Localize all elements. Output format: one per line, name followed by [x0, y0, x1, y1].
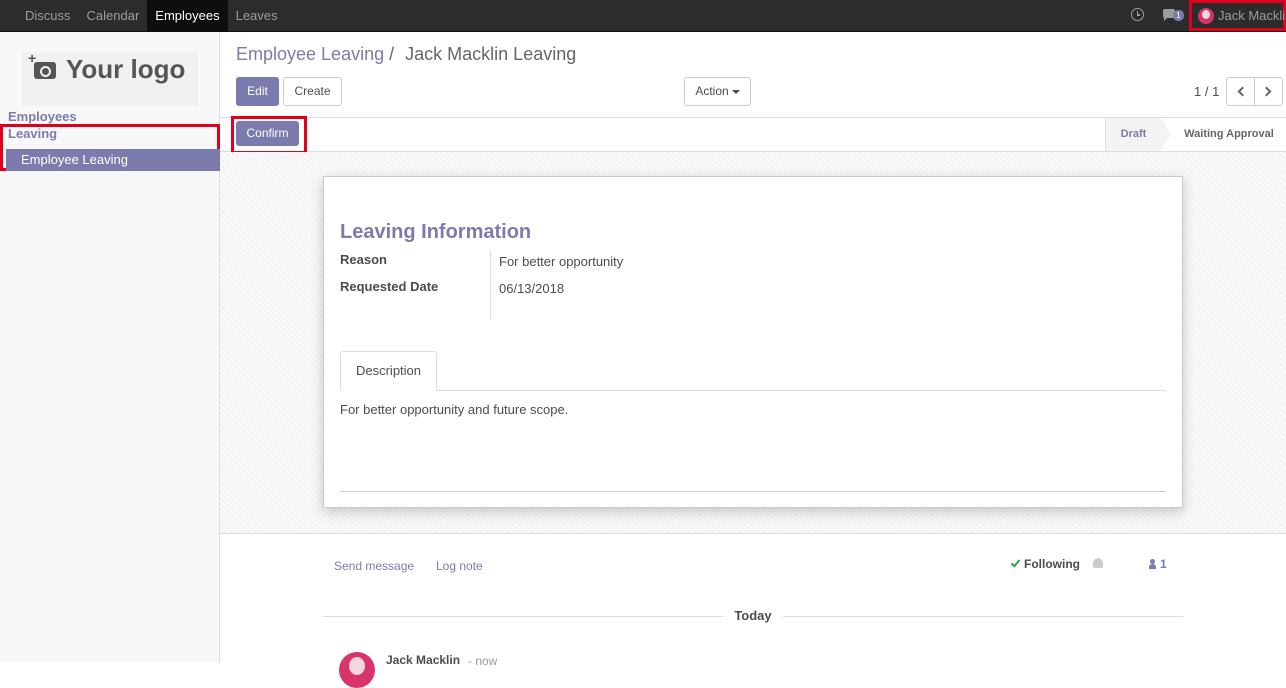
logo-text: Your logo — [66, 54, 186, 84]
sidebar: Your logo Employees Leaving Employee Lea… — [0, 32, 220, 663]
breadcrumb-separator: / — [389, 44, 395, 64]
following-label: Following — [1024, 557, 1080, 571]
action-label: Action — [695, 84, 729, 98]
app-menu: Discuss Calendar Employees Leaves — [17, 0, 286, 31]
confirm-highlight: Confirm — [231, 116, 307, 154]
messages-badge: 1 — [1173, 10, 1184, 21]
action-dropdown[interactable]: Action — [684, 77, 751, 106]
user-avatar — [1198, 8, 1214, 24]
following-button[interactable]: Following — [1010, 557, 1080, 571]
top-navbar: Discuss Calendar Employees Leaves 1 Jack… — [0, 0, 1286, 32]
log-note-link[interactable]: Log note — [436, 559, 483, 573]
menu-discuss[interactable]: Discuss — [17, 0, 79, 31]
chevron-right-icon — [1261, 86, 1272, 97]
field-divider — [490, 250, 491, 320]
user-icon — [1149, 559, 1156, 569]
requested-date-value: 06/13/2018 — [499, 281, 565, 296]
breadcrumb-parent[interactable]: Employee Leaving — [236, 44, 384, 64]
create-button[interactable]: Create — [283, 77, 342, 106]
followers-button[interactable]: 1 — [1149, 557, 1167, 571]
pager-previous-button[interactable] — [1226, 77, 1255, 106]
message-time: - now — [468, 654, 498, 668]
reason-label: Reason — [340, 252, 387, 267]
pager-next-button[interactable] — [1254, 77, 1283, 106]
followers-count: 1 — [1160, 557, 1167, 571]
menu-calendar[interactable]: Calendar — [79, 0, 148, 31]
check-icon — [1010, 557, 1021, 568]
breadcrumb: Employee Leaving / Jack Macklin Leaving — [236, 44, 576, 65]
breadcrumb-current: Jack Macklin Leaving — [405, 44, 577, 64]
user-name: Jack Macklin — [1218, 8, 1286, 23]
caret-down-icon — [731, 89, 740, 94]
requested-date-label: Requested Date — [340, 279, 439, 294]
reason-value: For better opportunity — [499, 254, 624, 269]
edit-button[interactable]: Edit — [236, 77, 279, 106]
date-separator-label: Today — [723, 608, 783, 623]
menu-employees[interactable]: Employees — [147, 0, 228, 31]
company-logo[interactable]: Your logo — [22, 50, 198, 106]
sidebar-leaving-group: Leaving Employee Leaving — [0, 124, 220, 171]
sidebar-section-leaving[interactable]: Leaving — [8, 126, 57, 141]
description-text: For better opportunity and future scope. — [340, 402, 569, 417]
form-sheet: Leaving Information Reason For better op… — [323, 176, 1183, 508]
menu-leaves[interactable]: Leaves — [228, 0, 286, 31]
sidebar-item-employee-leaving[interactable]: Employee Leaving — [6, 149, 220, 171]
sidebar-section-employees[interactable]: Employees — [8, 109, 77, 124]
section-title: Leaving Information — [340, 221, 532, 243]
message-author-avatar[interactable] — [339, 652, 375, 688]
tab-description[interactable]: Description — [340, 351, 437, 391]
bell-icon[interactable] — [1093, 558, 1103, 568]
activity-clock-icon[interactable] — [1131, 8, 1144, 21]
tab-bar-line — [340, 390, 1166, 391]
sheet-bottom-divider — [340, 491, 1166, 492]
user-menu[interactable]: Jack Macklin — [1189, 0, 1286, 31]
send-message-link[interactable]: Send message — [334, 559, 414, 573]
camera-icon — [28, 50, 56, 79]
form-statusbar: Confirm Draft Waiting Approval — [220, 116, 1286, 154]
status-draft[interactable]: Draft — [1105, 118, 1171, 151]
pager-value[interactable]: 1 / 1 — [1194, 84, 1219, 99]
confirm-button[interactable]: Confirm — [236, 121, 299, 146]
status-waiting-approval[interactable]: Waiting Approval — [1172, 118, 1286, 151]
chevron-left-icon — [1237, 86, 1248, 97]
message-author[interactable]: Jack Macklin — [386, 653, 460, 667]
